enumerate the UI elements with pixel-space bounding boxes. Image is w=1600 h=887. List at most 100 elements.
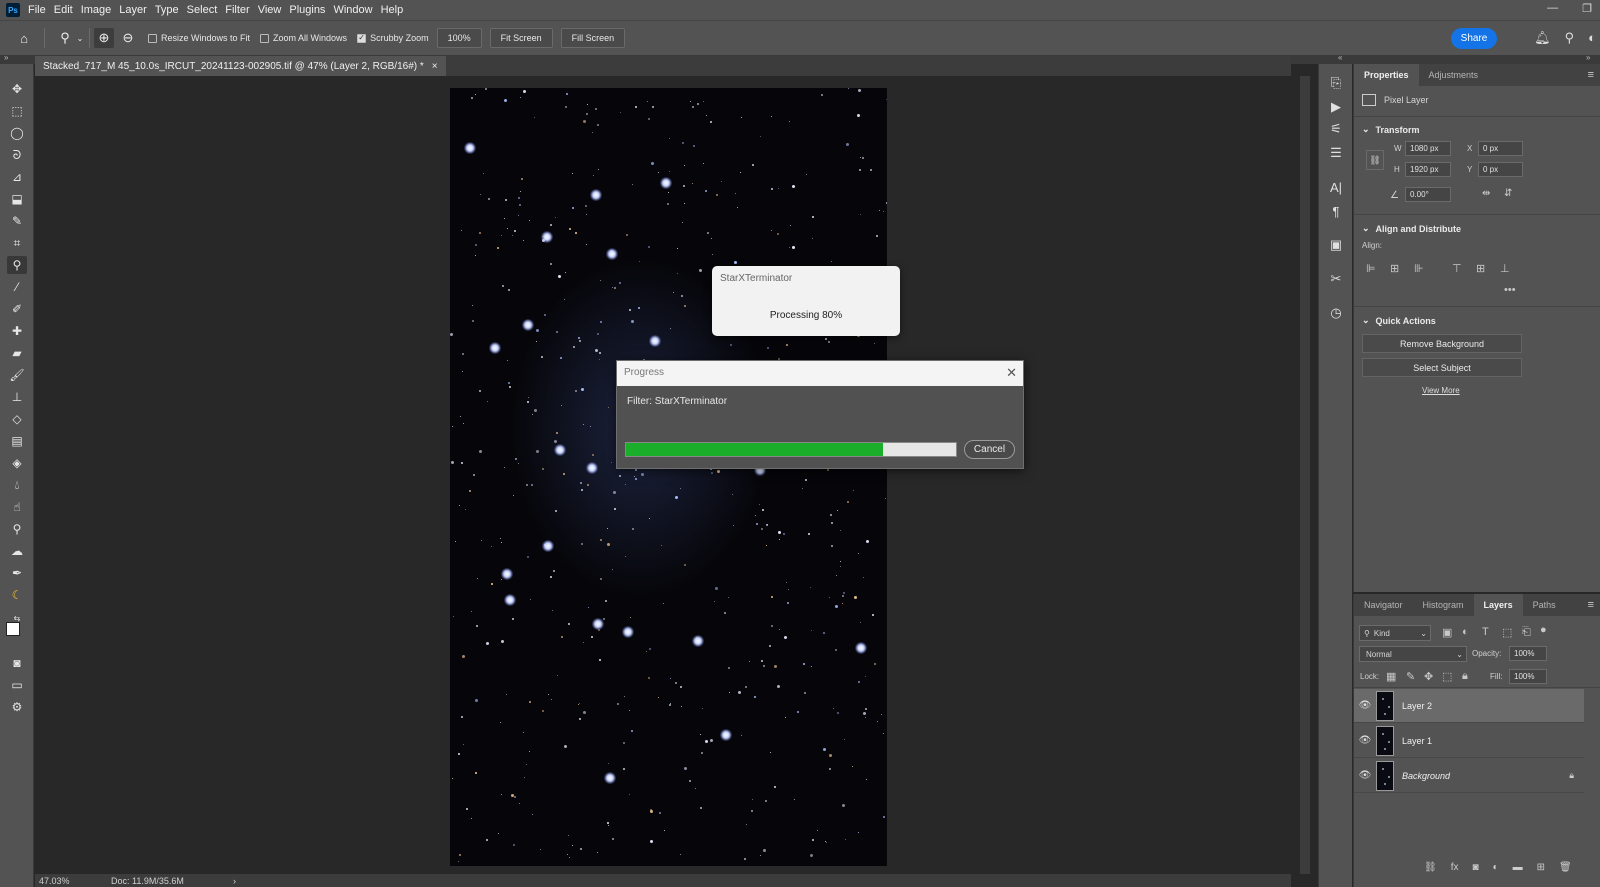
dodge-tool-icon[interactable]: ⚲ <box>7 520 27 538</box>
lasso-tool-icon[interactable]: ᘐ <box>7 146 27 164</box>
move-tool-icon[interactable]: ✥ <box>7 80 27 98</box>
actions-play-icon[interactable]: ▶ <box>1326 98 1346 116</box>
brush-tool-icon[interactable]: 🖌︎ <box>7 366 27 384</box>
filter-toggle-icon[interactable]: ● <box>1540 624 1547 636</box>
filter-pixel-icon[interactable]: ▣ <box>1442 626 1452 639</box>
paint-bucket-icon[interactable]: ◈ <box>7 454 27 472</box>
tab-layers[interactable]: Layers <box>1473 594 1523 616</box>
eraser-icon[interactable]: ◇ <box>7 410 27 428</box>
blend-mode-select[interactable]: Normal ⌄ <box>1359 646 1467 662</box>
visibility-eye-icon[interactable]: 👁︎ <box>1354 770 1376 781</box>
tab-paths[interactable]: Paths <box>1523 594 1566 616</box>
history-icon[interactable]: ⎘ <box>1326 74 1346 92</box>
transform-header[interactable]: ⌄ Transform <box>1354 124 1420 135</box>
panel-menu-icon[interactable]: ≡ <box>1588 69 1594 81</box>
screen-mode-icon[interactable]: ▭ <box>7 676 27 694</box>
link-layers-icon[interactable]: ⛓ <box>1424 862 1437 873</box>
search-icon[interactable]: ⚲ <box>1565 30 1575 46</box>
bell-icon[interactable]: 🔔︎ <box>1534 30 1551 46</box>
filter-smart-object-icon[interactable]: ⎗ <box>1522 626 1531 639</box>
menu-select[interactable]: Select <box>187 4 226 16</box>
color-sampler-icon[interactable]: ✐ <box>7 300 27 318</box>
checkbox-box[interactable] <box>148 33 157 43</box>
align-bottom-icon[interactable]: ⊥ <box>1500 262 1510 275</box>
timeline-icon[interactable]: ◷ <box>1326 304 1346 322</box>
spot-healing-icon[interactable]: ✚ <box>7 322 27 340</box>
tab-histogram[interactable]: Histogram <box>1413 594 1474 616</box>
document-tab[interactable]: Stacked_717_M 45_10.0s_IRCUT_20241123-00… <box>35 56 446 76</box>
menu-edit[interactable]: Edit <box>54 4 81 16</box>
filter-adjustment-icon[interactable]: ◐ <box>1462 626 1469 638</box>
eyedropper-icon[interactable]: ⁄ <box>7 278 27 296</box>
cancel-button[interactable]: Cancel <box>964 440 1015 459</box>
crop-tool-icon[interactable]: ⌗ <box>7 234 27 252</box>
menu-filter[interactable]: Filter <box>225 4 257 16</box>
maximize-icon[interactable]: ❐ <box>1582 2 1592 15</box>
tool-presets-icon[interactable]: ✂ <box>1326 270 1346 288</box>
visibility-eye-icon[interactable]: 👁︎ <box>1354 700 1376 711</box>
fx-icon[interactable]: fx <box>1451 862 1459 873</box>
add-mask-icon[interactable]: ◙ <box>1472 862 1478 873</box>
sponge-tool-icon[interactable]: ☁︎ <box>7 542 27 560</box>
angle-field[interactable]: 0.00° <box>1405 187 1451 202</box>
lock-all-icon[interactable]: 🔒︎ <box>1462 670 1468 683</box>
new-group-icon[interactable]: ▬ <box>1513 862 1523 873</box>
share-button[interactable]: Share <box>1451 28 1497 49</box>
checkbox-box[interactable] <box>260 33 270 43</box>
adjustments-sliders-icon[interactable]: ☰ <box>1326 144 1346 162</box>
select-subject-button[interactable]: Select Subject <box>1362 358 1522 377</box>
layer-row[interactable]: 👁︎ Layer 1 <box>1354 724 1584 758</box>
edit-toolbar-icon[interactable]: ⚙︎ <box>7 698 27 716</box>
banana-icon[interactable]: ☾ <box>7 586 27 604</box>
menu-plugins[interactable]: Plugins <box>289 4 333 16</box>
panel-menu-icon[interactable]: ≡ <box>1588 599 1594 611</box>
quick-mask-icon[interactable]: ◙ <box>7 654 27 672</box>
height-field[interactable]: 1920 px <box>1405 162 1451 177</box>
quick-actions-header[interactable]: ⌄ Quick Actions <box>1354 315 1436 326</box>
polygonal-lasso-icon[interactable]: ⊿ <box>7 168 27 186</box>
brush-settings-icon[interactable]: ⚟ <box>1326 120 1346 138</box>
home-icon[interactable]: ⌂ <box>14 28 34 48</box>
menu-help[interactable]: Help <box>381 4 412 16</box>
object-selection-icon[interactable]: ⬓ <box>7 190 27 208</box>
gradient-tool-icon[interactable]: ▤ <box>7 432 27 450</box>
menu-type[interactable]: Type <box>155 4 187 16</box>
layer-row[interactable]: 👁︎ Layer 2 <box>1354 689 1584 723</box>
new-adjustment-icon[interactable]: ◐ <box>1493 862 1499 873</box>
delete-layer-icon[interactable]: 🗑︎ <box>1559 862 1572 873</box>
collapse-icon[interactable]: « <box>1338 53 1342 62</box>
workspace-icon[interactable]: ◐ <box>1588 30 1596 46</box>
align-center-h-icon[interactable]: ⊞ <box>1390 262 1399 275</box>
width-field[interactable]: 1080 px <box>1405 141 1451 156</box>
quick-selection-icon[interactable]: ✎ <box>7 212 27 230</box>
vertical-scrollbar[interactable] <box>1300 76 1310 874</box>
zoom-tool-icon[interactable]: ⚲ <box>55 28 75 48</box>
blur-tool-icon[interactable]: 💧︎ <box>7 476 27 494</box>
foreground-color-swatch[interactable] <box>6 622 20 636</box>
fit-screen-button[interactable]: Fit Screen <box>489 28 553 48</box>
character-icon[interactable]: A| <box>1326 178 1346 196</box>
filter-kind-select[interactable]: ⚲ Kind ⌄ <box>1359 625 1431 641</box>
x-field[interactable]: 0 px <box>1478 141 1523 156</box>
lock-image-icon[interactable]: ✎ <box>1406 670 1415 683</box>
menu-view[interactable]: View <box>258 4 290 16</box>
more-options-icon[interactable]: ••• <box>1504 284 1516 296</box>
layer-name[interactable]: Background <box>1402 771 1450 781</box>
layer-name[interactable]: Layer 2 <box>1402 701 1432 711</box>
star-field-image[interactable] <box>450 88 887 866</box>
align-middle-icon[interactable]: ⊞ <box>1476 262 1485 275</box>
align-header[interactable]: ⌄ Align and Distribute <box>1354 223 1461 234</box>
menu-window[interactable]: Window <box>333 4 380 16</box>
flip-horizontal-icon[interactable]: ⇹ <box>1482 188 1490 199</box>
expand-icon[interactable]: » <box>4 53 8 62</box>
filter-type-icon[interactable]: T <box>1482 626 1489 638</box>
filter-shape-icon[interactable]: ⬚ <box>1502 626 1512 639</box>
align-top-icon[interactable]: ⊤ <box>1452 262 1462 275</box>
lock-transparent-icon[interactable]: ▦ <box>1386 670 1396 683</box>
align-left-icon[interactable]: ⊫ <box>1366 262 1376 275</box>
lock-icon[interactable]: 🔒︎ <box>1569 770 1574 781</box>
clone-stamp-icon[interactable]: ⊥ <box>7 388 27 406</box>
scrubby-zoom-checkbox[interactable]: ✓ Scrubby Zoom <box>357 33 429 43</box>
expand-icon[interactable]: » <box>1586 53 1590 62</box>
close-tab-icon[interactable]: × <box>432 61 438 72</box>
